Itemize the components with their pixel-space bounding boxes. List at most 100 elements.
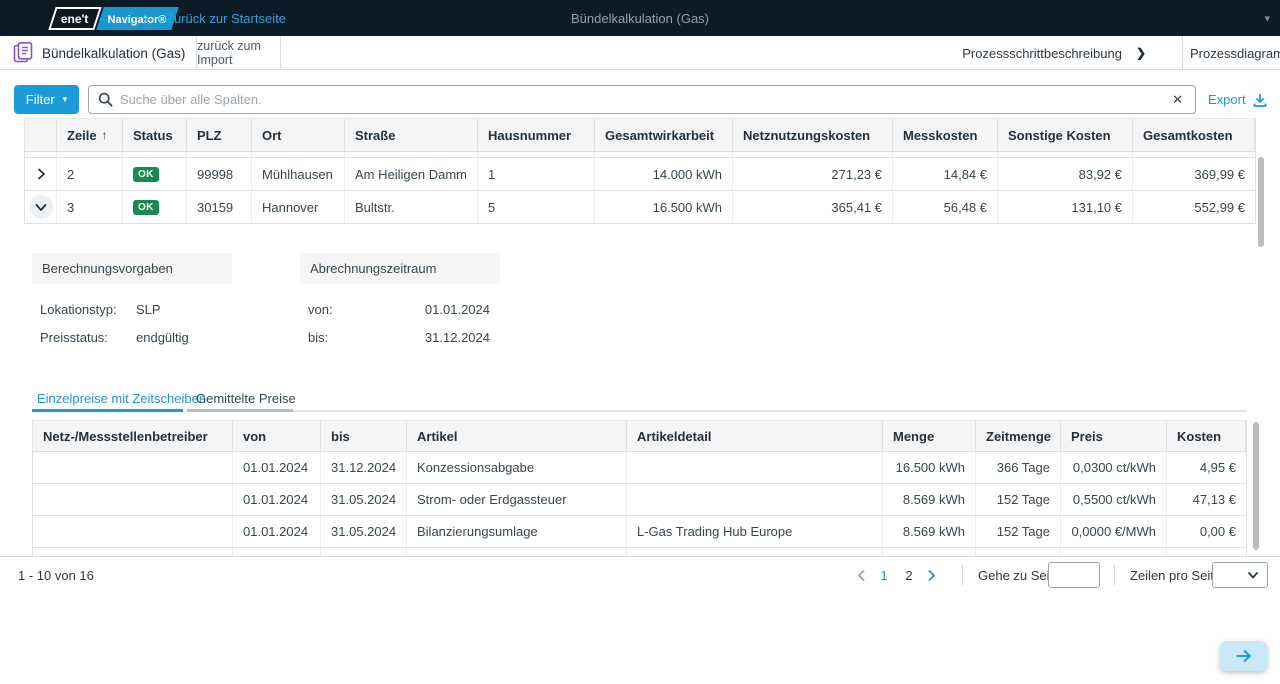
sort-ascending-icon: ↑ (102, 128, 108, 142)
detail-value: 31.12.2024 (425, 330, 490, 345)
column-header-sonstige-kosten[interactable]: Sonstige Kosten (998, 119, 1133, 151)
cell-menge: 16.500 kWh (883, 452, 976, 483)
cell-von: 01.01.2024 (233, 516, 321, 547)
main-table-scrollbar[interactable] (1258, 157, 1264, 247)
price-row[interactable]: 01.01.2024 31.05.2024 Bilanzierungsumlag… (33, 516, 1246, 548)
detail-row-preisstatus: Preisstatus: endgültig (40, 330, 189, 345)
cell-artikeldetail (627, 484, 883, 515)
column-header-von[interactable]: von (233, 421, 321, 451)
chevron-down-icon (1247, 569, 1259, 581)
cell-von: 01.01.2024 (233, 484, 321, 515)
cell-gesamtkosten: 552,99 € (1133, 191, 1255, 223)
search-input[interactable] (120, 92, 1172, 107)
column-header-bis[interactable]: bis (321, 421, 407, 451)
column-header-messkosten[interactable]: Messkosten (893, 119, 998, 151)
active-tab-underline (32, 409, 183, 412)
detail-value: endgültig (136, 330, 189, 345)
goto-page-input[interactable] (1048, 562, 1100, 588)
cell-kosten: 0,00 € (1167, 516, 1246, 547)
page-title: Bündelkalkulation (Gas) (42, 36, 185, 70)
pager: 1 2 (856, 557, 937, 593)
search-icon (98, 92, 113, 107)
column-header-hausnummer[interactable]: Hausnummer (478, 119, 595, 151)
price-table-header-row: Netz-/Messstellenbetreiber von bis Artik… (33, 421, 1246, 452)
calculation-results-table: Zeile ↑ Status PLZ Ort Straße Hausnummer… (24, 118, 1256, 224)
price-table-scrollbar[interactable] (1253, 422, 1259, 550)
column-header-betreiber[interactable]: Netz-/Messstellenbetreiber (33, 421, 233, 451)
cell-menge: 8.569 kWh (883, 516, 976, 547)
next-step-button[interactable] (1220, 641, 1267, 671)
back-to-start-label: Zurück zur Startseite (166, 11, 286, 26)
cell-plz: 99998 (187, 158, 252, 190)
cell-kosten: 4,95 € (1167, 452, 1246, 483)
back-to-start-link[interactable]: ← Zurück zur Startseite (140, 0, 286, 36)
caret-down-icon: ▾ (1264, 12, 1270, 25)
app-window: ene't Navigator® ← Zurück zur Startseite… (0, 0, 1280, 684)
detail-label: von: (308, 302, 333, 317)
price-row[interactable]: 01.01.2024 31.12.2024 Konzessionsabgabe … (33, 452, 1246, 484)
rows-per-page-select[interactable] (1212, 562, 1268, 588)
column-header-zeitmenge[interactable]: Zeitmenge (976, 421, 1061, 451)
column-header-artikeldetail[interactable]: Artikeldetail (627, 421, 883, 451)
chevron-right-icon: ❯ (1136, 46, 1146, 60)
tab-einzelpreise[interactable]: Einzelpreise mit Zeitscheiben (37, 387, 206, 409)
cell-kosten: 47,13 € (1167, 484, 1246, 515)
price-row[interactable]: 01.01.2024 31.05.2024 Strom- oder Erdgas… (33, 484, 1246, 516)
detail-label: bis: (308, 330, 328, 345)
footer-divider (1114, 565, 1115, 585)
billing-period-header: Abrechnungszeitraum (300, 253, 500, 284)
inactive-tab-underline (187, 409, 293, 412)
arrow-right-icon (1235, 649, 1253, 663)
cell-artikeldetail: L-Gas Trading Hub Europe (627, 516, 883, 547)
column-header-zeile[interactable]: Zeile ↑ (57, 119, 123, 151)
cell-netznutzungskosten: 365,41 € (733, 191, 893, 223)
cell-zeitmenge: 152 Tage (976, 484, 1061, 515)
cell-bis: 31.12.2024 (321, 452, 407, 483)
column-header-kosten[interactable]: Kosten (1167, 421, 1246, 451)
detail-label: Preisstatus: (40, 330, 136, 345)
collapse-row-icon[interactable] (29, 195, 53, 219)
cell-betreiber (33, 452, 233, 483)
page-number-2[interactable]: 2 (901, 568, 917, 583)
table-row[interactable]: 2 OK 99998 Mühlhausen Am Heiligen Damm 1… (25, 158, 1255, 191)
cell-preis: 0,5500 ct/kWh (1061, 484, 1167, 515)
table-row-expanded[interactable]: 3 OK 30159 Hannover Bultstr. 5 16.500 kW… (25, 191, 1255, 224)
partially-scrolled-price-row (33, 548, 1246, 556)
column-header-gesamtwirkarbeit[interactable]: Gesamtwirkarbeit (595, 119, 733, 151)
table-header-row: Zeile ↑ Status PLZ Ort Straße Hausnummer… (25, 119, 1255, 152)
expand-row-icon[interactable] (35, 168, 47, 180)
cell-von: 01.01.2024 (233, 452, 321, 483)
cell-messkosten: 56,48 € (893, 191, 998, 223)
export-button[interactable]: Export (1208, 85, 1267, 114)
next-page-icon[interactable] (926, 570, 937, 581)
back-to-import-tab[interactable]: zurück zum Import (197, 36, 280, 70)
filter-button[interactable]: Filter ▾ (14, 85, 79, 114)
clear-search-icon[interactable]: ✕ (1172, 92, 1183, 108)
tab-gemittelte-preise[interactable]: Gemittelte Preise (196, 387, 296, 409)
download-icon (1253, 93, 1267, 107)
column-header-menge[interactable]: Menge (883, 421, 976, 451)
detail-row-lokationstyp: Lokationstyp: SLP (40, 302, 161, 317)
column-header-gesamtkosten[interactable]: Gesamtkosten (1133, 119, 1255, 151)
column-header-ort[interactable]: Ort (252, 119, 345, 151)
back-arrow-icon: ← (140, 10, 156, 26)
column-header-netznutzungskosten[interactable]: Netznutzungskosten (733, 119, 893, 151)
page-number-1[interactable]: 1 (876, 568, 892, 583)
topbar-menu-caret[interactable]: ▾ (1264, 0, 1270, 36)
previous-page-icon[interactable] (856, 570, 867, 581)
column-header-status[interactable]: Status (123, 119, 187, 151)
process-diagram-button[interactable]: Prozessdiagramm (1190, 36, 1280, 70)
process-step-description-button[interactable]: Prozessschrittbeschreibung ❯ (962, 36, 1146, 70)
column-header-preis[interactable]: Preis (1061, 421, 1167, 451)
column-header-strasse[interactable]: Straße (345, 119, 478, 151)
tab-bar-line (293, 410, 1247, 412)
cell-strasse: Bultstr. (345, 191, 478, 223)
pagination-footer: 1 - 10 von 16 1 2 Gehe zu Seite Zeilen p… (0, 556, 1280, 592)
column-header-artikel[interactable]: Artikel (407, 421, 627, 451)
column-header-plz[interactable]: PLZ (187, 119, 252, 151)
expand-column-header (25, 119, 57, 151)
cell-gesamtwirkarbeit: 14.000 kWh (595, 158, 733, 190)
cell-artikeldetail (627, 452, 883, 483)
cell-hausnummer: 5 (478, 191, 595, 223)
cell-sonstige-kosten: 131,10 € (998, 191, 1133, 223)
